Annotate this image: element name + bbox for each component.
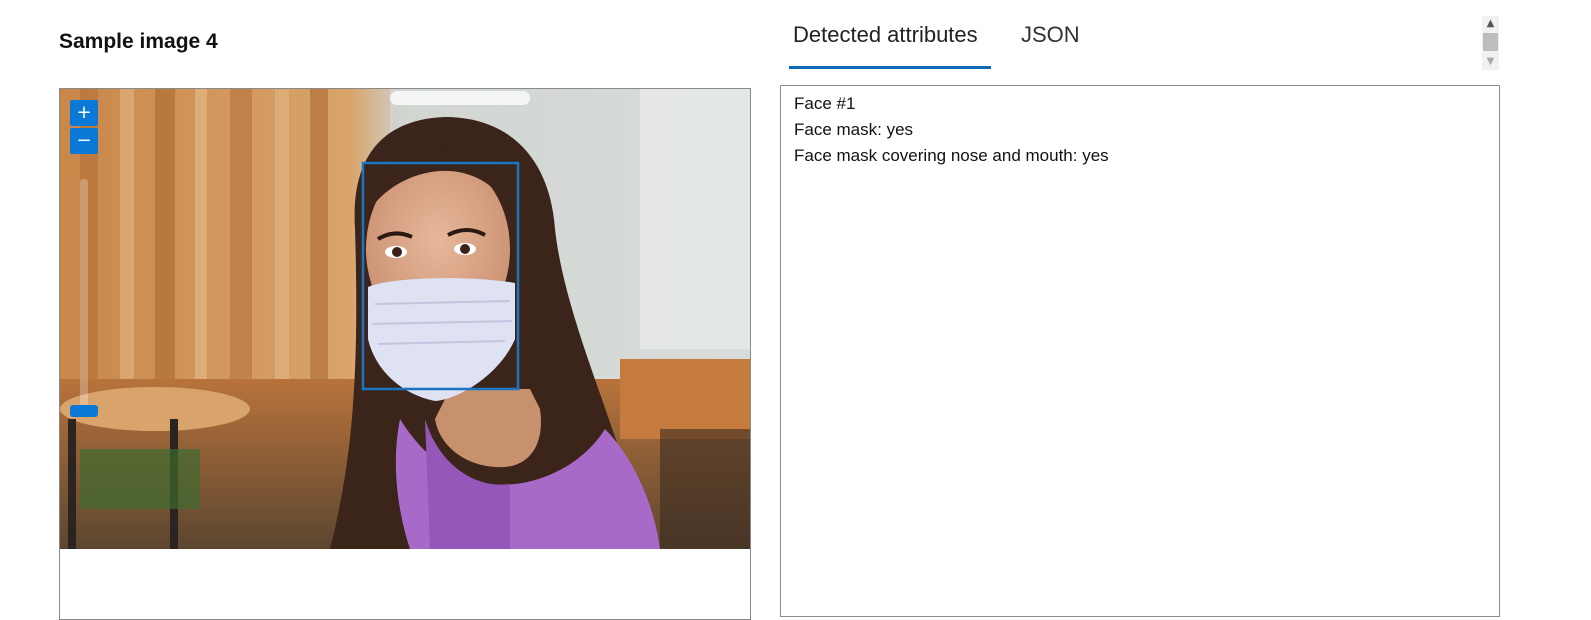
sample-photo [60,89,750,549]
zoom-out-button[interactable]: − [70,128,98,154]
active-tab-indicator [789,66,991,69]
chevron-down-icon[interactable]: ▼ [1482,54,1499,70]
tab-json[interactable]: JSON [1021,22,1080,68]
result-line: Face #1 [794,94,856,113]
image-viewer[interactable]: + − [59,88,751,620]
result-line: Face mask: yes [794,120,914,139]
zoom-slider-thumb[interactable] [70,405,98,417]
zoom-in-button[interactable]: + [70,100,98,126]
minus-icon: − [76,130,92,151]
detected-attributes-panel: Face #1 Face mask: yes Face mask coverin… [780,85,1500,617]
plus-icon: + [76,102,92,123]
chevron-up-icon[interactable]: ▲ [1482,16,1499,32]
zoom-slider-track[interactable] [80,179,88,409]
scrollbar[interactable]: ▲ ▼ [1482,16,1499,70]
result-line: Face mask covering nose and mouth: yes [794,146,1109,165]
scrollbar-thumb[interactable] [1483,33,1498,51]
sample-title: Sample image 4 [59,30,218,53]
tab-detected-attributes[interactable]: Detected attributes [793,22,978,68]
